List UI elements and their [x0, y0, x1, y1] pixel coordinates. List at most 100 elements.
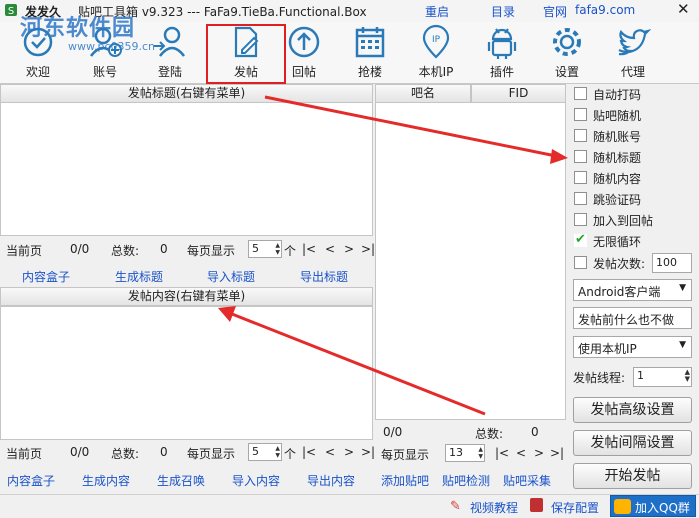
checkbox[interactable]: [574, 192, 587, 205]
advanced-settings-button[interactable]: 发帖高级设置: [573, 397, 692, 423]
generate-title-link[interactable]: 生成标题: [115, 268, 163, 285]
first-page-button[interactable]: |<: [495, 446, 509, 460]
next-page-button[interactable]: >: [534, 446, 544, 460]
export-title-link[interactable]: 导出标题: [300, 268, 348, 285]
toolbar-label: 设置: [554, 65, 579, 79]
generate-summon-link[interactable]: 生成召唤: [157, 472, 205, 489]
add-bar-link[interactable]: 添加贴吧: [381, 472, 429, 489]
svg-text:S: S: [8, 6, 14, 17]
total-label: 总数:: [111, 244, 140, 258]
per-page-label: 每页显示: [187, 447, 236, 461]
post-count-input[interactable]: 100: [652, 253, 692, 273]
current-page-value: 0/0: [383, 425, 403, 439]
import-content-link[interactable]: 导入内容: [232, 472, 280, 489]
last-page-button[interactable]: >|: [361, 445, 375, 459]
restart-link[interactable]: 重启: [425, 3, 449, 20]
per-page-stepper[interactable]: 13 ▲ ▼: [445, 444, 485, 462]
per-page-stepper[interactable]: 5 ▲ ▼: [248, 443, 282, 461]
checkbox[interactable]: [574, 213, 587, 226]
total-value: 0: [531, 425, 539, 439]
watermark-logo: 河东软件园: [20, 16, 136, 41]
chevron-down-icon: ▼: [679, 283, 686, 293]
before-post-select[interactable]: 发帖前什么也不做: [573, 307, 692, 329]
toolbar-grab-floor[interactable]: 抢楼: [340, 22, 400, 82]
import-title-link[interactable]: 导入标题: [207, 268, 255, 285]
gear-icon: [553, 28, 581, 56]
join-qq-group-button[interactable]: 加入QQ群: [610, 495, 696, 517]
checkbox[interactable]: [574, 171, 587, 184]
next-page-button[interactable]: >: [344, 445, 354, 459]
directory-link[interactable]: 目录: [491, 3, 515, 20]
content-actions: 内容盒子 生成内容 生成召唤 导入内容 导出内容: [0, 468, 373, 490]
video-tutorial-link[interactable]: 视频教程: [470, 499, 518, 516]
reply-icon: [288, 26, 320, 58]
next-page-button[interactable]: >: [344, 242, 354, 256]
interval-settings-button[interactable]: 发帖间隔设置: [573, 430, 692, 456]
checkbox[interactable]: [574, 87, 587, 100]
status-bar: ✎ 视频教程 保存配置 加入QQ群: [0, 494, 699, 518]
first-page-button[interactable]: |<: [302, 445, 316, 459]
fid-column-header[interactable]: FID: [471, 84, 566, 103]
post-content-list[interactable]: [0, 306, 373, 440]
client-select[interactable]: Android客户端 ▼: [573, 279, 692, 301]
pencil-icon: ✎: [450, 499, 461, 514]
ip-select[interactable]: 使用本机IP ▼: [573, 336, 692, 358]
prev-page-button[interactable]: <: [325, 445, 335, 459]
post-content-header: 发帖内容(右键有菜单): [0, 287, 373, 306]
save-config-link[interactable]: 保存配置: [551, 499, 599, 516]
prev-page-button[interactable]: <: [516, 446, 526, 460]
first-page-button[interactable]: |<: [302, 242, 316, 256]
last-page-button[interactable]: >|: [550, 446, 564, 460]
checkbox[interactable]: [574, 108, 587, 121]
last-page-button[interactable]: >|: [361, 242, 375, 256]
toolbar-label: 账号: [92, 65, 117, 79]
login-icon: [154, 26, 185, 57]
current-page-value: 0/0: [70, 445, 90, 459]
grab-floor-icon: [355, 27, 385, 58]
content-box-link[interactable]: 内容盒子: [22, 268, 70, 285]
title-pager: 当前页 0/0 总数: 0 每页显示 5 ▲ ▼ 个 |< < > >|: [0, 238, 375, 260]
twitter-bird-icon: [618, 29, 651, 56]
checkbox[interactable]: [574, 256, 587, 269]
generate-content-link[interactable]: 生成内容: [82, 472, 130, 489]
toolbar-label: 欢迎: [25, 65, 50, 79]
bar-pager-nav: 每页显示 13 ▲ ▼ |< < > >|: [375, 442, 566, 464]
website-url-link[interactable]: fafa9.com: [575, 3, 635, 17]
per-page-unit: 个: [284, 244, 297, 258]
bar-pager-info: 0/0 总数: 0: [375, 421, 566, 443]
post-title-header: 发帖标题(右键有菜单): [0, 84, 373, 103]
toolbar-label: 代理: [620, 65, 645, 79]
export-content-link[interactable]: 导出内容: [307, 472, 355, 489]
per-page-unit: 个: [284, 447, 297, 461]
checkbox-checked[interactable]: [574, 232, 587, 247]
close-icon[interactable]: ✕: [677, 0, 690, 18]
threads-stepper[interactable]: 1 ▲ ▼: [633, 367, 692, 387]
toolbar-proxy[interactable]: 代理: [603, 22, 663, 82]
chevron-down-icon: ▼: [679, 340, 686, 350]
svg-text:IP: IP: [432, 35, 441, 45]
post-title-list[interactable]: [0, 102, 373, 236]
bar-name-column-header[interactable]: 吧名: [375, 84, 471, 103]
collect-bar-link[interactable]: 贴吧采集: [503, 472, 551, 489]
current-page-label: 当前页: [6, 447, 43, 461]
per-page-label: 每页显示: [187, 244, 236, 258]
checkbox[interactable]: [574, 129, 587, 142]
toolbar-settings[interactable]: 设置: [537, 22, 597, 82]
total-value: 0: [160, 242, 168, 256]
check-bar-link[interactable]: 贴吧检测: [442, 472, 490, 489]
current-page-value: 0/0: [70, 242, 90, 256]
website-label-link[interactable]: 官网: [543, 3, 567, 20]
prev-page-button[interactable]: <: [325, 242, 335, 256]
toolbar-ip[interactable]: IP 本机IP: [406, 22, 466, 82]
content-box-link[interactable]: 内容盒子: [7, 472, 55, 489]
bar-actions: 添加贴吧 贴吧检测 贴吧采集: [375, 468, 566, 490]
app-logo-icon: S: [4, 3, 18, 20]
per-page-stepper[interactable]: 5 ▲ ▼: [248, 240, 282, 258]
qq-icon: [614, 499, 631, 514]
toolbar-plugin[interactable]: 插件: [472, 22, 532, 82]
save-icon: [530, 498, 543, 512]
start-post-button[interactable]: 开始发帖: [573, 463, 692, 489]
android-icon: [487, 28, 517, 59]
bar-table-body[interactable]: [375, 102, 566, 420]
checkbox[interactable]: [574, 150, 587, 163]
